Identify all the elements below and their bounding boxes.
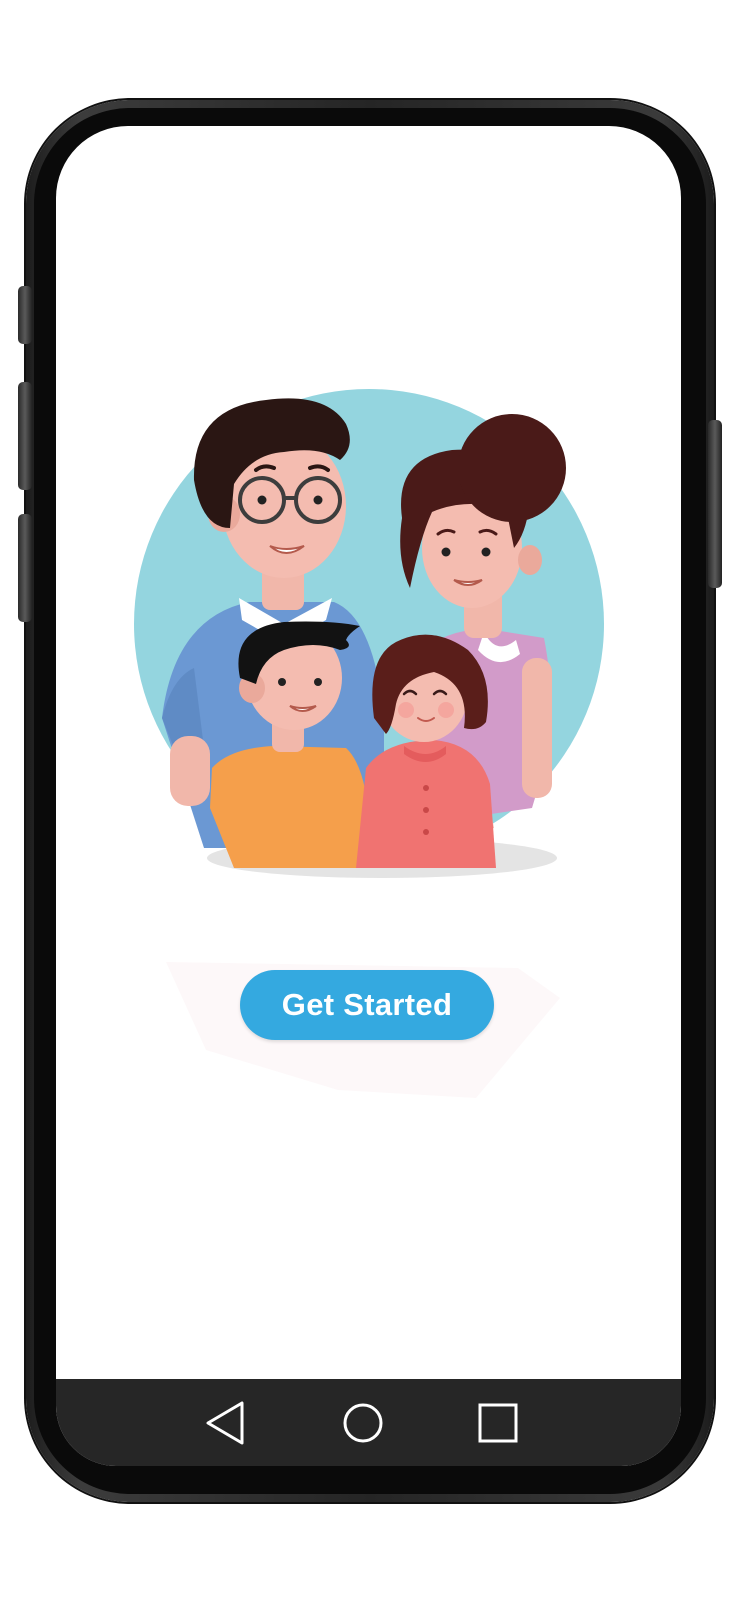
volume-down-button [18,382,32,490]
home-icon [343,1403,383,1443]
back-button[interactable] [202,1399,250,1447]
home-button[interactable] [339,1399,387,1447]
get-started-button[interactable]: Get Started [240,970,494,1040]
volume-up-button [18,286,32,344]
cta-area: Get Started [166,958,560,1103]
power-button [708,420,722,588]
recents-button[interactable] [474,1399,522,1447]
family-illustration [134,389,604,878]
recents-icon [478,1403,518,1443]
bixby-button [18,514,32,622]
phone-screen: Get Started [56,126,681,1466]
back-icon [206,1401,244,1445]
system-navigation-bar [56,1379,681,1466]
